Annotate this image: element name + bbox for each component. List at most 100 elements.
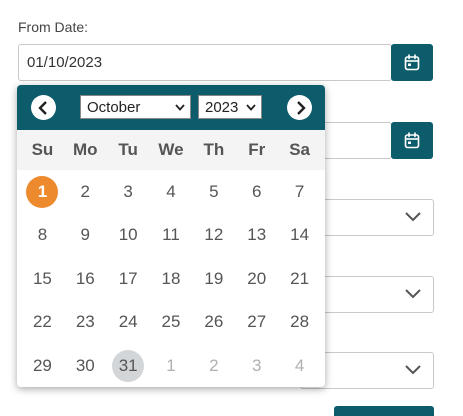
calendar-day[interactable]: 18 <box>150 257 193 301</box>
chevron-down-icon <box>246 104 256 111</box>
prev-month-button[interactable] <box>31 95 56 120</box>
calendar-day-number: 18 <box>161 268 181 288</box>
calendar-day-number: 13 <box>247 225 267 245</box>
calendar-day-number: 8 <box>37 225 48 245</box>
calendar-day[interactable]: 17 <box>107 257 150 301</box>
calendar-day-number: 3 <box>251 355 262 375</box>
to-date-calendar-button[interactable] <box>391 122 433 159</box>
chevron-left-icon <box>37 100 47 115</box>
datepicker-popup: October 2023 Su Mo Tu We Th Fr Sa 1 2 3 4 5 6 7 8 9 10 1… <box>17 85 325 387</box>
month-select[interactable]: October <box>80 95 191 119</box>
calendar-day-number: 3 <box>123 181 133 201</box>
calendar-day-number: 4 <box>294 355 305 375</box>
weekday-label: Fr <box>248 140 266 159</box>
calendar-day-number: 2 <box>209 355 219 375</box>
calendar-day-number: 1 <box>166 355 176 375</box>
weekday-label: Mo <box>73 140 98 159</box>
calendar-week-row: 29 30 31 1 2 3 4 <box>21 344 321 387</box>
calendar-day[interactable]: 29 <box>21 344 64 387</box>
calendar-day-number: 30 <box>75 355 95 375</box>
calendar-day[interactable]: 13 <box>235 214 278 258</box>
from-date-value: 01/10/2023 <box>27 54 103 71</box>
calendar-day[interactable]: 28 <box>278 301 321 345</box>
calendar-day[interactable]: 26 <box>192 301 235 345</box>
weekday-label: Su <box>31 140 54 159</box>
calendar-day-number: 10 <box>118 225 138 245</box>
calendar-day-number: 15 <box>32 268 52 288</box>
calendar-day-number: 25 <box>161 312 181 332</box>
calendar-day[interactable]: 30 <box>64 344 107 387</box>
month-value: October <box>87 98 141 116</box>
calendar-day[interactable]: 23 <box>64 301 107 345</box>
calendar-icon <box>404 54 420 71</box>
calendar-day-number: 9 <box>80 225 91 245</box>
calendar-day[interactable]: 24 <box>107 301 150 345</box>
calendar-day[interactable]: 27 <box>235 301 278 345</box>
chevron-down-icon <box>405 289 421 299</box>
calendar-day[interactable]: 9 <box>64 214 107 258</box>
calendar-day-other-month[interactable]: 1 <box>150 344 193 387</box>
calendar-day-number: 28 <box>290 312 310 332</box>
from-date-label: From Date: <box>18 19 89 35</box>
calendar-day[interactable]: 10 <box>107 214 150 258</box>
calendar-day[interactable]: 21 <box>278 257 321 301</box>
calendar-day-number: 29 <box>32 355 52 375</box>
year-select[interactable]: 2023 <box>198 95 262 119</box>
calendar-week-row: 1 2 3 4 5 6 7 <box>21 170 321 214</box>
datepicker-header: October 2023 <box>17 85 325 130</box>
chevron-right-icon <box>296 100 306 115</box>
year-value: 2023 <box>205 98 239 116</box>
calendar-day-number: 6 <box>251 181 262 201</box>
calendar-week-row: 8 9 10 11 12 13 14 <box>21 214 321 258</box>
calendar-day-number: 14 <box>290 225 310 245</box>
calendar-day-number: 21 <box>290 268 310 288</box>
weekday-label: Tu <box>118 140 138 159</box>
calendar-day-number: 12 <box>204 225 224 245</box>
submit-button[interactable] <box>334 406 434 416</box>
calendar-day-other-month[interactable]: 2 <box>192 344 235 387</box>
calendar-day[interactable]: 2 <box>64 170 107 214</box>
calendar-day-number: 7 <box>294 181 305 201</box>
calendar-day[interactable]: 14 <box>278 214 321 258</box>
calendar-day[interactable]: 25 <box>150 301 193 345</box>
calendar-day-number: 17 <box>118 268 138 288</box>
weekday-label: Sa <box>289 140 310 159</box>
calendar-day[interactable]: 20 <box>235 257 278 301</box>
calendar-day[interactable]: 7 <box>278 170 321 214</box>
calendar-day[interactable]: 16 <box>64 257 107 301</box>
calendar-day[interactable]: 31 <box>107 344 150 387</box>
calendar-day-number: 23 <box>75 312 95 332</box>
calendar-day-number: 1 <box>37 181 48 201</box>
calendar-day[interactable]: 19 <box>192 257 235 301</box>
calendar-day-other-month[interactable]: 3 <box>235 344 278 387</box>
calendar-day-selected[interactable]: 1 <box>21 170 64 214</box>
calendar-day-number: 24 <box>118 312 138 332</box>
calendar-day[interactable]: 15 <box>21 257 64 301</box>
calendar-day[interactable]: 22 <box>21 301 64 345</box>
calendar-day-number: 5 <box>209 181 219 201</box>
calendar-day[interactable]: 3 <box>107 170 150 214</box>
calendar-day-other-month[interactable]: 4 <box>278 344 321 387</box>
calendar-day-number: 26 <box>204 312 224 332</box>
from-date-calendar-button[interactable] <box>391 44 433 81</box>
calendar-day-number: 19 <box>204 268 224 288</box>
calendar-day[interactable]: 8 <box>21 214 64 258</box>
calendar-day[interactable]: 6 <box>235 170 278 214</box>
calendar-week-row: 15 16 17 18 19 20 21 <box>21 257 321 301</box>
calendar-day-number: 20 <box>247 268 267 288</box>
weekday-label: We <box>158 140 184 159</box>
calendar-day-number: 4 <box>166 181 176 201</box>
from-date-input[interactable]: 01/10/2023 <box>18 44 392 81</box>
weekday-label: Th <box>203 140 225 159</box>
next-month-button[interactable] <box>287 95 312 120</box>
chevron-down-icon <box>175 104 185 111</box>
calendar-day-number: 16 <box>75 268 95 288</box>
calendar-day-number: 27 <box>247 312 267 332</box>
calendar-week-row: 22 23 24 25 26 27 28 <box>21 301 321 345</box>
calendar-day[interactable]: 12 <box>192 214 235 258</box>
weekday-header-row: Su Mo Tu We Th Fr Sa <box>17 130 325 170</box>
calendar-day-number: 22 <box>32 312 52 332</box>
calendar-day[interactable]: 11 <box>150 214 193 258</box>
calendar-day[interactable]: 5 <box>192 170 235 214</box>
calendar-day[interactable]: 4 <box>150 170 193 214</box>
